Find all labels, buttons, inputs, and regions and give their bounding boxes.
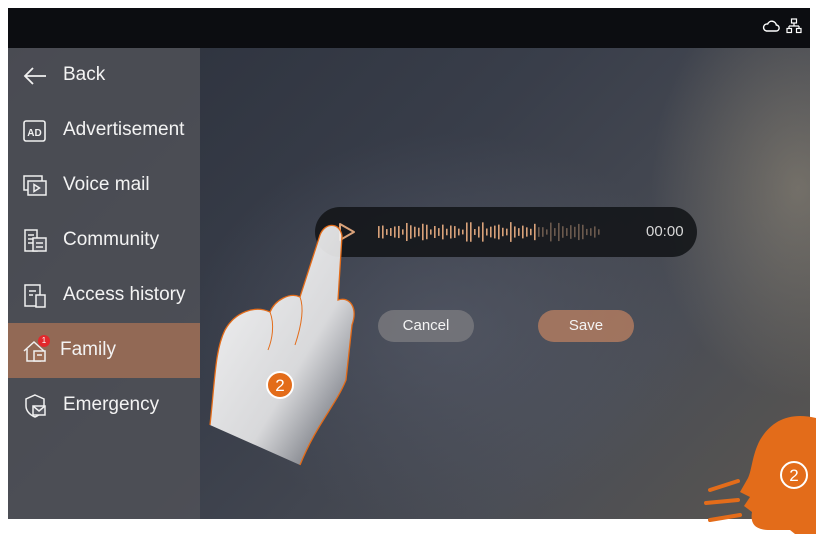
cloud-icon (762, 19, 780, 33)
voice-mail-icon (22, 173, 48, 199)
sidebar-item-access-history[interactable]: Access history (8, 268, 200, 323)
sidebar-item-label: Back (63, 64, 106, 85)
sidebar: Back AD Advertisement Voice mail Communi… (8, 48, 200, 519)
sidebar-item-label: Access history (63, 284, 186, 305)
device-screen: Back AD Advertisement Voice mail Communi… (8, 8, 810, 519)
access-history-icon (22, 283, 48, 309)
network-icon (786, 18, 802, 34)
step-number-badge: 2 (780, 461, 808, 489)
play-icon[interactable] (335, 221, 357, 243)
sidebar-item-voice-mail[interactable]: Voice mail (8, 158, 200, 213)
emergency-icon (22, 393, 48, 419)
sidebar-item-emergency[interactable]: Emergency (8, 378, 200, 433)
sidebar-item-back[interactable]: Back (8, 48, 200, 103)
playback-time: 00:00 (646, 223, 684, 240)
status-bar (8, 8, 810, 48)
sidebar-item-label: Community (63, 229, 160, 250)
sidebar-item-family[interactable]: 1 Family (8, 323, 200, 378)
notification-badge: 1 (38, 335, 50, 347)
audio-waveform (378, 222, 600, 242)
back-arrow-icon (22, 63, 48, 89)
sidebar-item-advertisement[interactable]: AD Advertisement (8, 103, 200, 158)
community-icon (22, 228, 48, 254)
ad-icon: AD (22, 118, 48, 144)
svg-text:AD: AD (27, 128, 41, 139)
sidebar-item-label: Family (60, 339, 116, 360)
sidebar-item-label: Voice mail (63, 174, 150, 195)
save-button[interactable]: Save (538, 310, 634, 342)
cancel-button[interactable]: Cancel (378, 310, 474, 342)
sidebar-item-label: Emergency (63, 394, 160, 415)
voice-message-player: 00:00 (315, 207, 697, 257)
sidebar-item-label: Advertisement (63, 119, 185, 140)
sidebar-item-community[interactable]: Community (8, 213, 200, 268)
step-number-badge: 2 (266, 371, 294, 399)
